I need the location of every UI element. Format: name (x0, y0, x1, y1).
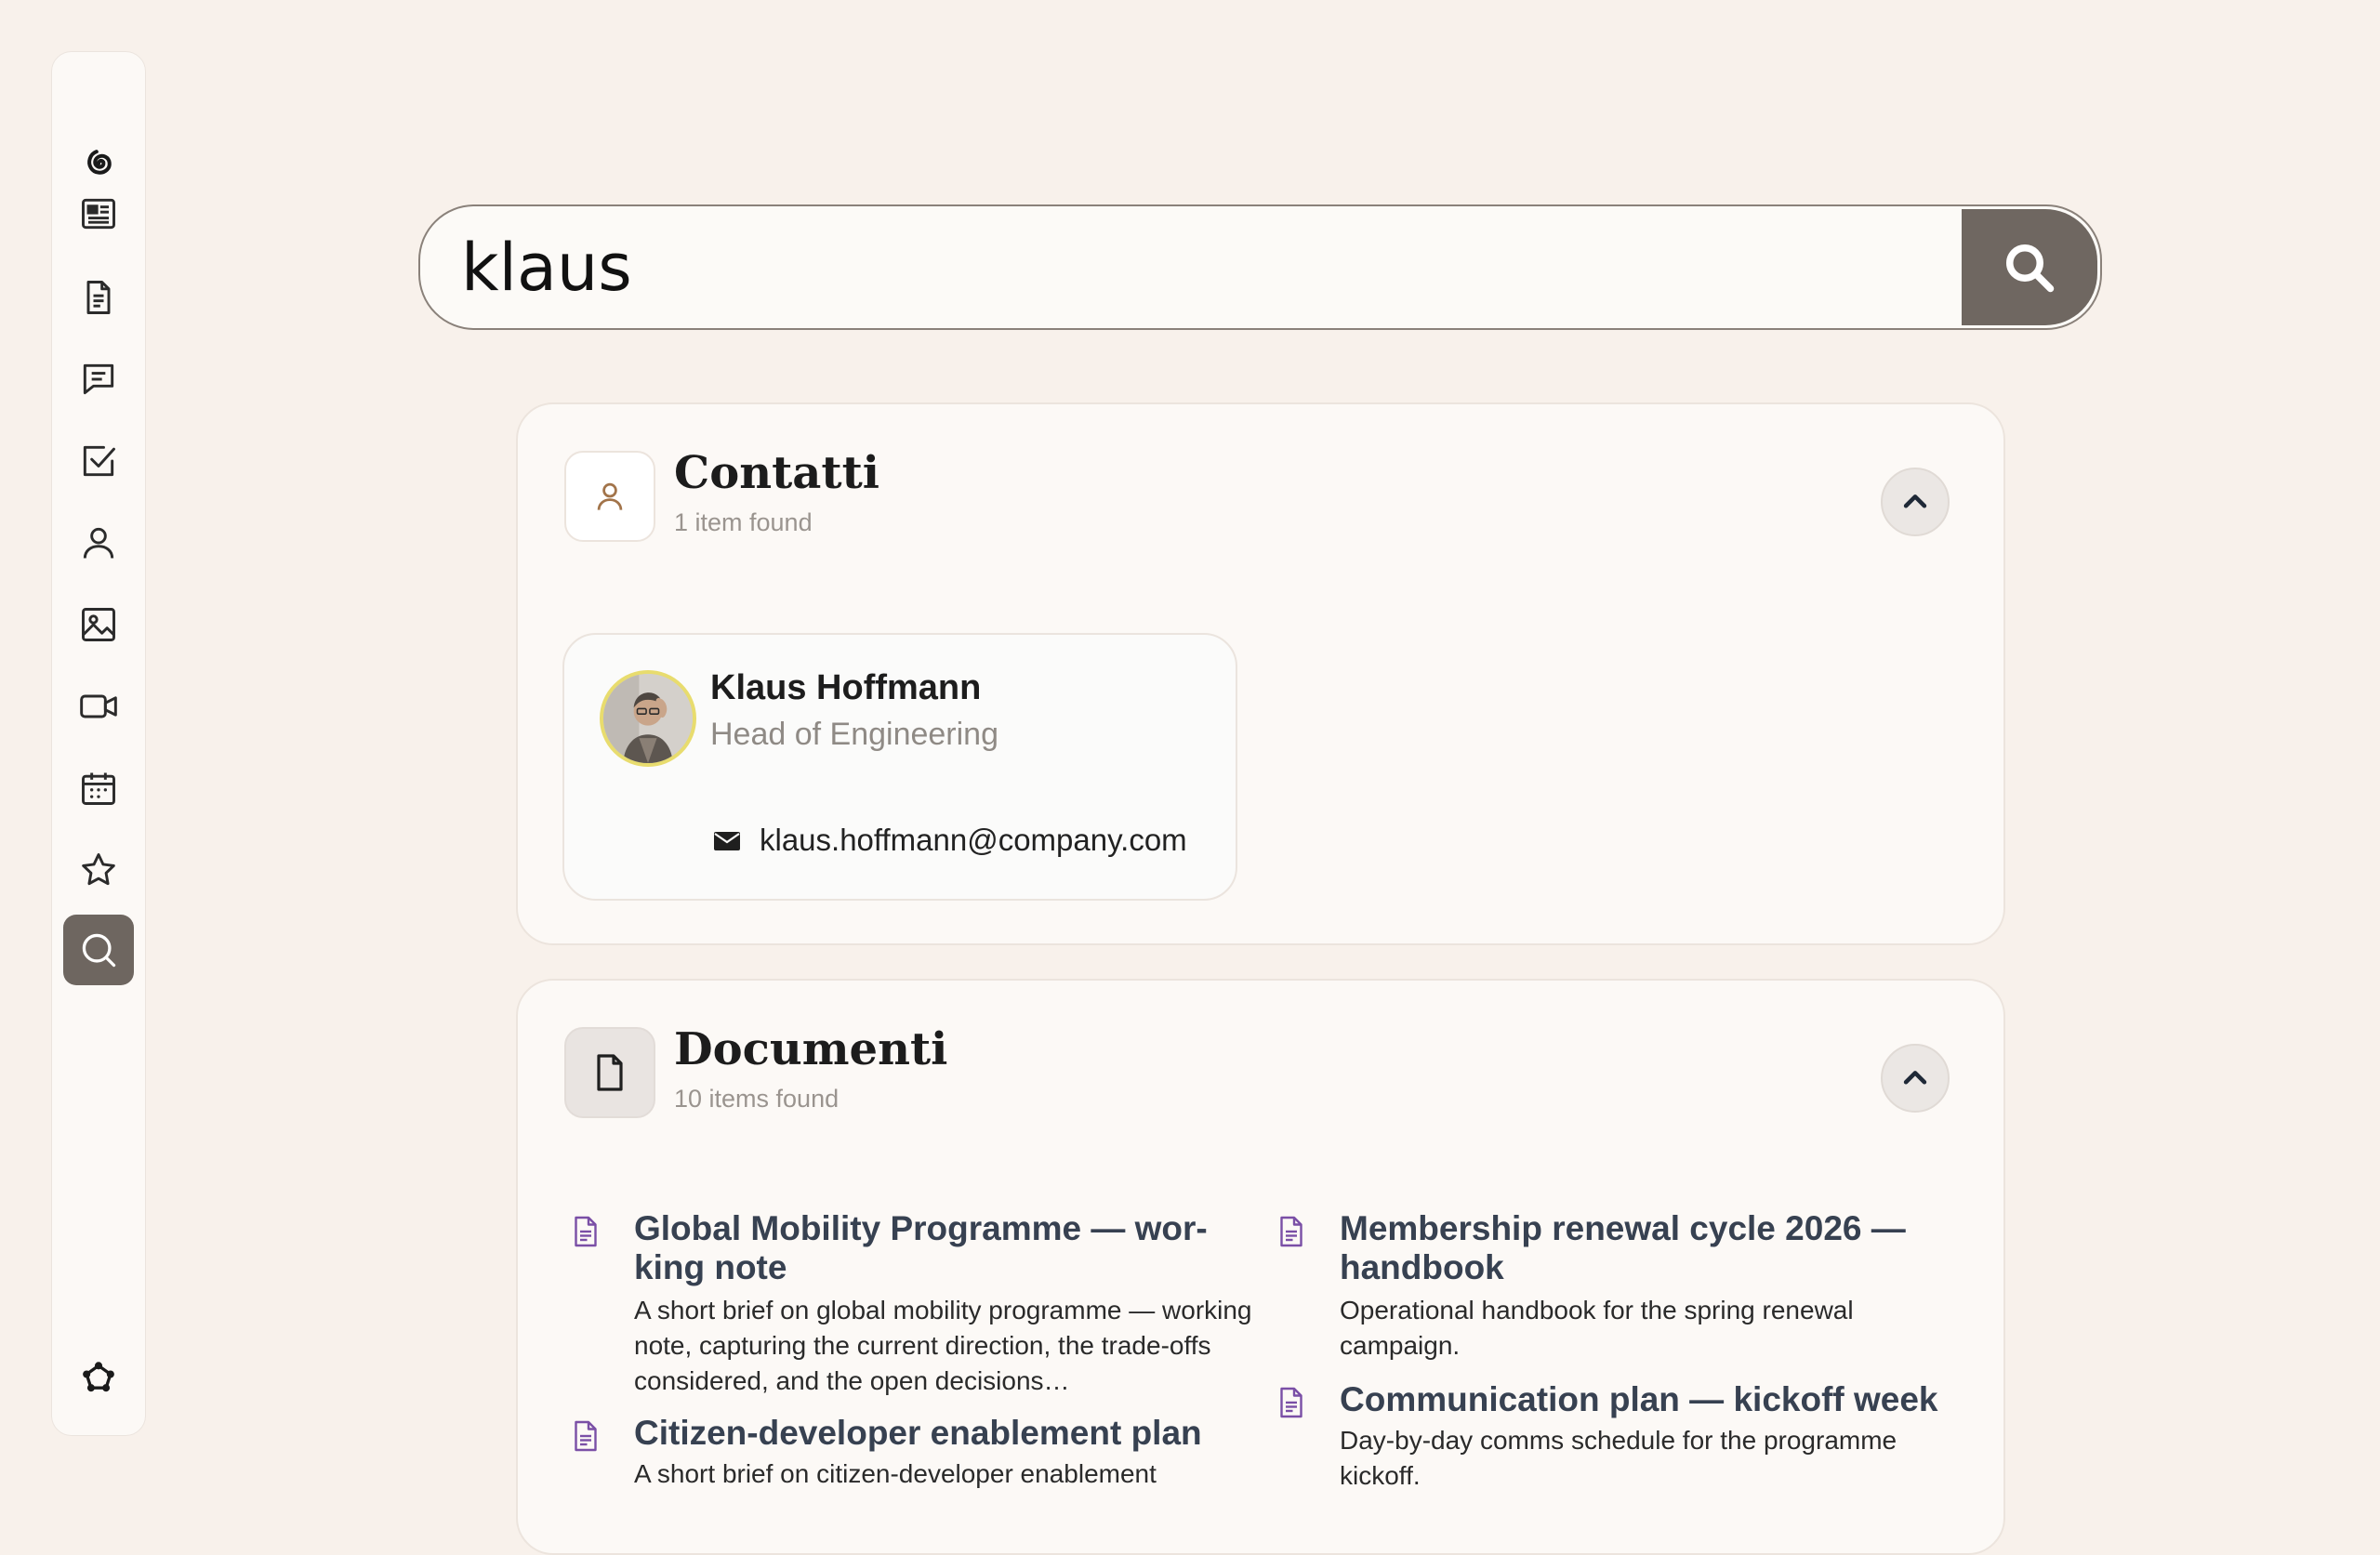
search-icon (2006, 244, 2055, 292)
sidebar-item-network[interactable] (63, 1344, 134, 1415)
person-icon (83, 527, 114, 559)
document-description: A short brief on citizen-developer enabl… (634, 1459, 1157, 1488)
chat-icon (83, 363, 114, 395)
document-item[interactable]: Global Mobility Programme — wor-king not… (569, 1209, 1252, 1414)
sidebar-item-favorites[interactable] (63, 835, 134, 905)
section-title: Contatti (674, 447, 879, 499)
documents-section-icon (564, 1027, 655, 1118)
sidebar-item-calendar[interactable] (63, 753, 134, 824)
search-button[interactable] (1962, 209, 2097, 325)
document-icon (86, 281, 111, 314)
document-icon (1280, 1216, 1302, 1247)
contacts-section: Contatti 1 item found Klaus Hoffmann Hea… (516, 402, 2005, 945)
contact-card[interactable]: Klaus Hoffmann Head of Engineering klaus… (562, 633, 1237, 901)
network-icon (83, 1362, 114, 1392)
chevron-up-icon (1903, 1071, 1927, 1085)
sidebar-item-news[interactable] (63, 178, 134, 249)
image-icon (82, 608, 115, 641)
checkbox-icon (83, 445, 115, 477)
document-title[interactable]: Citizen-developer enablement plan (634, 1414, 1266, 1453)
document-icon (575, 1420, 597, 1452)
avatar-photo-icon (603, 674, 693, 763)
file-icon (597, 1054, 623, 1091)
section-count: 1 item found (674, 508, 813, 536)
documents-section: Documenti 10 items found Global Mobility… (516, 979, 2005, 1555)
sidebar-item-images[interactable] (63, 589, 134, 660)
sidebar-item-chat[interactable] (63, 344, 134, 415)
newspaper-icon (82, 198, 115, 230)
video-icon (80, 694, 117, 718)
search-bar (418, 204, 2102, 330)
document-icon (575, 1216, 597, 1247)
collapse-contacts-button[interactable] (1881, 468, 1950, 536)
document-item[interactable]: Communication plan — kickoff week Day-by… (1275, 1380, 1938, 1510)
sidebar-item-search[interactable] (63, 915, 134, 985)
sidebar-item-documents[interactable] (63, 262, 134, 333)
document-icon (1280, 1387, 1302, 1418)
calendar-icon (82, 772, 115, 805)
search-input[interactable] (420, 206, 1964, 328)
document-title[interactable]: Membership renewal cycle 2026 — handbook (1340, 1209, 1972, 1287)
sidebar-item-videos[interactable] (63, 671, 134, 742)
sidebar-item-contacts[interactable] (63, 507, 134, 578)
document-title[interactable]: Global Mobility Programme — wor-king not… (634, 1209, 1266, 1287)
sidebar-item-tasks[interactable] (63, 426, 134, 496)
chevron-up-icon (1903, 494, 1927, 508)
collapse-documents-button[interactable] (1881, 1044, 1950, 1113)
document-description: Day-by-day comms schedule for the progra… (1340, 1426, 1897, 1490)
avatar (600, 670, 696, 767)
document-description: A short brief on global mobility program… (634, 1296, 1252, 1395)
sidebar (51, 51, 146, 1436)
star-icon (82, 853, 115, 886)
contact-role: Head of Engineering (710, 717, 999, 752)
search-icon (82, 933, 116, 968)
contact-name: Klaus Hoffmann (710, 668, 982, 707)
person-icon (597, 482, 623, 510)
section-title: Documenti (674, 1023, 948, 1075)
contacts-section-icon (564, 451, 655, 542)
section-count: 10 items found (674, 1085, 840, 1113)
document-item[interactable]: Citizen-developer enablement plan A shor… (569, 1414, 1220, 1507)
mail-icon (714, 832, 740, 850)
document-description: Operational handbook for the spring rene… (1340, 1296, 1854, 1360)
document-item[interactable]: Membership renewal cycle 2026 — handbook… (1275, 1209, 1925, 1367)
contact-email[interactable]: klaus.hoffmann@company.com (760, 823, 1187, 858)
document-title[interactable]: Communication plan — kickoff week (1340, 1380, 1972, 1419)
